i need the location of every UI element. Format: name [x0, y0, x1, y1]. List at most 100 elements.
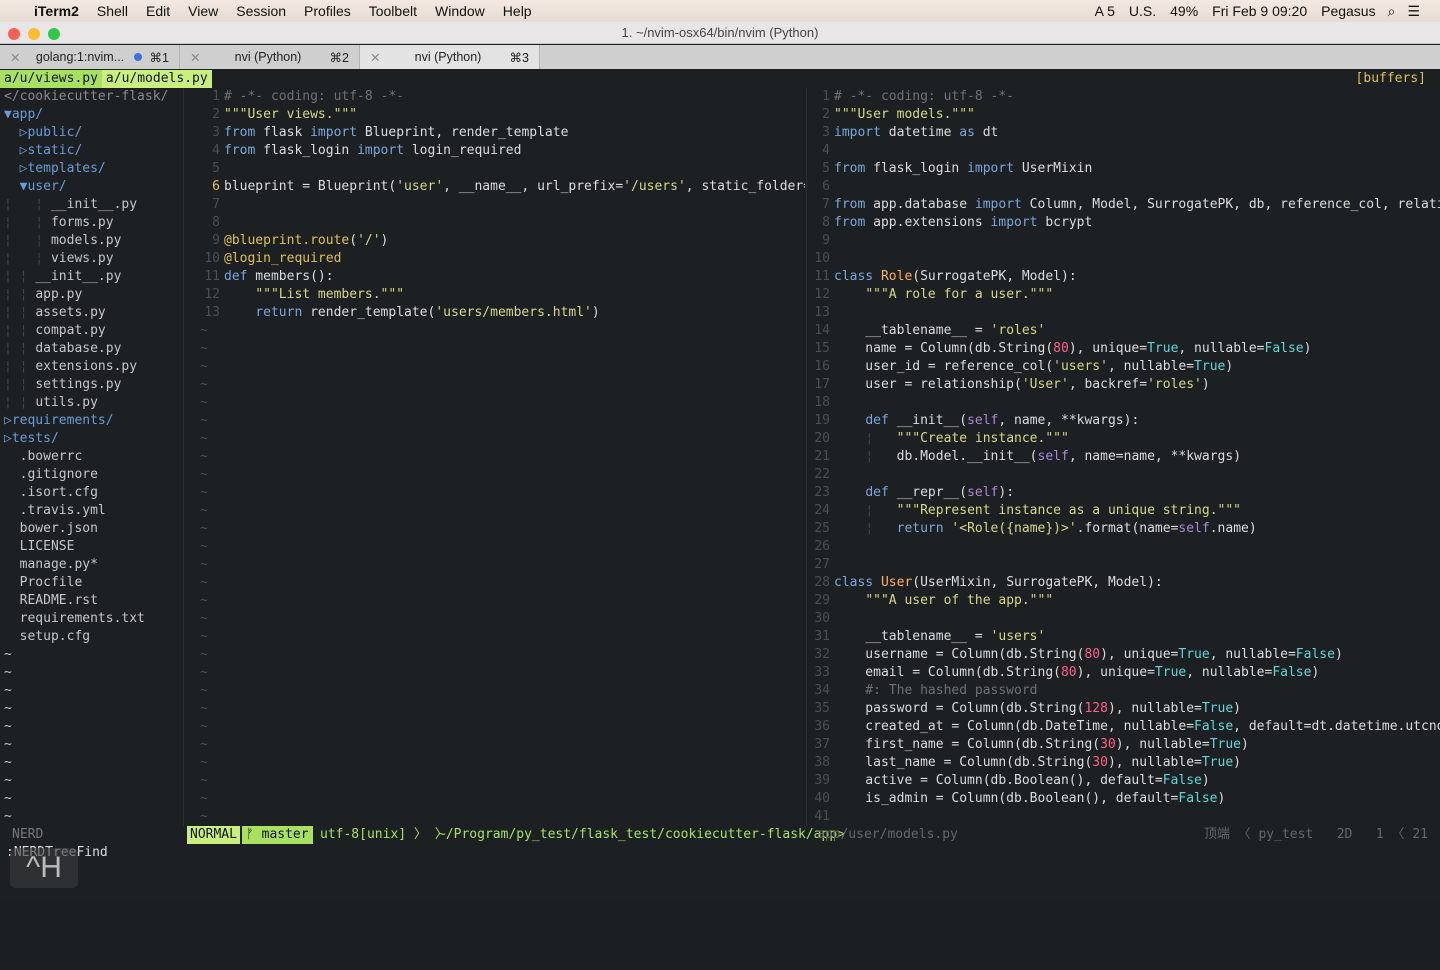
code-line[interactable]: 21 ¦ db.Model.__init__(self, name=name, …: [810, 448, 1440, 466]
close-tab-icon[interactable]: ✕: [370, 50, 380, 65]
tree-item[interactable]: </cookiecutter-flask/: [4, 88, 182, 106]
tree-item[interactable]: ¦ ¦ database.py: [4, 340, 182, 358]
code-line[interactable]: 8 from app.extensions import bcrypt: [810, 214, 1440, 232]
code-line[interactable]: 12 """List members.""": [200, 286, 805, 304]
tree-item[interactable]: ¦ ¦ utils.py: [4, 394, 182, 412]
code-line[interactable]: 5: [200, 160, 805, 178]
tree-item[interactable]: setup.cfg: [4, 628, 182, 646]
code-line[interactable]: 7 from app.database import Column, Model,…: [810, 196, 1440, 214]
close-tab-icon[interactable]: ✕: [190, 50, 200, 65]
menu-edit[interactable]: Edit: [146, 3, 170, 19]
tree-item[interactable]: requirements.txt: [4, 610, 182, 628]
code-line[interactable]: 34 #: The hashed password: [810, 682, 1440, 700]
code-line[interactable]: 6: [810, 178, 1440, 196]
code-line[interactable]: 11 def members():: [200, 268, 805, 286]
code-line[interactable]: 10: [810, 250, 1440, 268]
tree-item[interactable]: ▷requirements/: [4, 412, 182, 430]
code-line[interactable]: 4: [810, 142, 1440, 160]
code-line[interactable]: 3 import datetime as dt: [810, 124, 1440, 142]
code-line[interactable]: 14 __tablename__ = 'roles': [810, 322, 1440, 340]
tree-item[interactable]: .isort.cfg: [4, 484, 182, 502]
menu-shell[interactable]: Shell: [97, 3, 128, 19]
tree-item[interactable]: ¦ ¦ __init__.py: [4, 196, 182, 214]
editor-models-py[interactable]: 1 # -*- coding: utf-8 -*- 2 """User models.…: [810, 88, 1440, 826]
tree-item[interactable]: .gitignore: [4, 466, 182, 484]
zoom-window-button[interactable]: [48, 28, 60, 40]
code-line[interactable]: 29 """A user of the app.""": [810, 592, 1440, 610]
code-line[interactable]: 40 is_admin = Column(db.Boolean(), defau…: [810, 790, 1440, 808]
tree-item[interactable]: manage.py*: [4, 556, 182, 574]
code-line[interactable]: 10 @login_required: [200, 250, 805, 268]
tree-item[interactable]: ▼app/: [4, 106, 182, 124]
tree-item[interactable]: bower.json: [4, 520, 182, 538]
code-line[interactable]: 4 from flask_login import login_required: [200, 142, 805, 160]
code-line[interactable]: 36 created_at = Column(db.DateTime, null…: [810, 718, 1440, 736]
tree-item[interactable]: ¦ ¦ __init__.py: [4, 268, 182, 286]
tree-item[interactable]: README.rst: [4, 592, 182, 610]
code-line[interactable]: 25 ¦ return '<Role({name})>'.format(name…: [810, 520, 1440, 538]
tree-item[interactable]: ▷tests/: [4, 430, 182, 448]
code-line[interactable]: 30: [810, 610, 1440, 628]
code-line[interactable]: 2 """User views.""": [200, 106, 805, 124]
buffer-models[interactable]: a/u/models.py: [101, 70, 212, 88]
minimize-window-button[interactable]: [28, 28, 40, 40]
code-line[interactable]: 16 user_id = reference_col('users', null…: [810, 358, 1440, 376]
code-line[interactable]: 17 user = relationship('User', backref='…: [810, 376, 1440, 394]
tree-item[interactable]: ¦ ¦ app.py: [4, 286, 182, 304]
list-icon[interactable]: ☰: [1407, 3, 1420, 20]
tree-item[interactable]: ▷templates/: [4, 160, 182, 178]
tree-item[interactable]: .travis.yml: [4, 502, 182, 520]
tab-2[interactable]: ✕ nvi (Python) ⌘2: [180, 45, 360, 69]
editor-views-py[interactable]: 1 # -*- coding: utf-8 -*- 2 """User views."…: [200, 88, 805, 826]
code-line[interactable]: 20 ¦ """Create instance.""": [810, 430, 1440, 448]
menu-toolbelt[interactable]: Toolbelt: [369, 3, 417, 19]
code-line[interactable]: 3 from flask import Blueprint, render_tem…: [200, 124, 805, 142]
code-line[interactable]: 32 username = Column(db.String(80), uniq…: [810, 646, 1440, 664]
code-line[interactable]: 31 __tablename__ = 'users': [810, 628, 1440, 646]
code-line[interactable]: 18: [810, 394, 1440, 412]
menu-profiles[interactable]: Profiles: [304, 3, 351, 19]
code-line[interactable]: 41: [810, 808, 1440, 826]
code-line[interactable]: 13: [810, 304, 1440, 322]
tree-item[interactable]: LICENSE: [4, 538, 182, 556]
tree-item[interactable]: ▷static/: [4, 142, 182, 160]
code-line[interactable]: 12 """A role for a user.""": [810, 286, 1440, 304]
tree-item[interactable]: ¦ ¦ settings.py: [4, 376, 182, 394]
code-line[interactable]: 8: [200, 214, 805, 232]
nerdtree-panel[interactable]: </cookiecutter-flask/ ▼app/ ▷public/ ▷sta…: [4, 88, 182, 826]
code-line[interactable]: 13 return render_template('users/members…: [200, 304, 805, 322]
code-line[interactable]: 27: [810, 556, 1440, 574]
tab-1[interactable]: ✕ golang:1:nvim... ⌘1: [0, 45, 180, 69]
tree-item[interactable]: .bowerrc: [4, 448, 182, 466]
close-window-button[interactable]: [8, 28, 20, 40]
tree-item[interactable]: ¦ ¦ compat.py: [4, 322, 182, 340]
code-line[interactable]: 9: [810, 232, 1440, 250]
code-line[interactable]: 37 first_name = Column(db.String(30), nu…: [810, 736, 1440, 754]
menu-help[interactable]: Help: [503, 3, 532, 19]
code-line[interactable]: 15 name = Column(db.String(80), unique=T…: [810, 340, 1440, 358]
tree-item[interactable]: ¦ ¦ extensions.py: [4, 358, 182, 376]
close-tab-icon[interactable]: ✕: [10, 50, 20, 65]
tree-item[interactable]: ¦ ¦ assets.py: [4, 304, 182, 322]
code-line[interactable]: 22: [810, 466, 1440, 484]
tab-3[interactable]: ✕ nvi (Python) ⌘3: [360, 45, 540, 69]
search-icon[interactable]: ⌕: [1388, 3, 1396, 20]
code-line[interactable]: 24 ¦ """Represent instance as a unique s…: [810, 502, 1440, 520]
code-line[interactable]: 38 last_name = Column(db.String(30), nul…: [810, 754, 1440, 772]
menu-iterm2[interactable]: iTerm2: [34, 3, 79, 19]
code-line[interactable]: 28 class User(UserMixin, SurrogatePK, Mod…: [810, 574, 1440, 592]
code-line[interactable]: 33 email = Column(db.String(80), unique=…: [810, 664, 1440, 682]
code-line[interactable]: 11 class Role(SurrogatePK, Model):: [810, 268, 1440, 286]
menu-window[interactable]: Window: [435, 3, 485, 19]
buffer-views[interactable]: a/u/views.py: [0, 70, 102, 88]
code-line[interactable]: 7: [200, 196, 805, 214]
code-line[interactable]: 1 # -*- coding: utf-8 -*-: [810, 88, 1440, 106]
tree-item[interactable]: ¦ ¦ forms.py: [4, 214, 182, 232]
tree-item[interactable]: ¦ ¦ views.py: [4, 250, 182, 268]
code-line[interactable]: 35 password = Column(db.String(128), nul…: [810, 700, 1440, 718]
code-line[interactable]: 5 from flask_login import UserMixin: [810, 160, 1440, 178]
tree-item[interactable]: ▷public/: [4, 124, 182, 142]
code-line[interactable]: 23 def __repr__(self):: [810, 484, 1440, 502]
code-line[interactable]: 2 """User models.""": [810, 106, 1440, 124]
code-line[interactable]: 19 def __init__(self, name, **kwargs):: [810, 412, 1440, 430]
